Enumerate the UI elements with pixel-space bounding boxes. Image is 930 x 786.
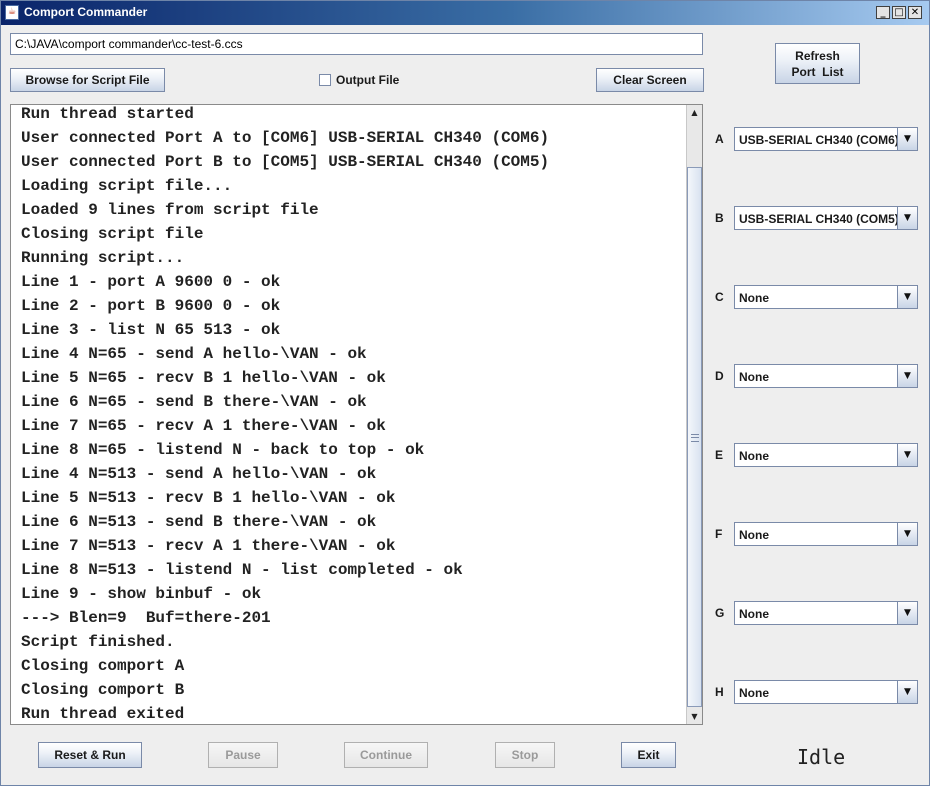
chevron-down-icon[interactable]: ▼ — [897, 523, 917, 545]
console-line: Loading script file... — [21, 177, 233, 195]
stop-button[interactable]: Stop — [495, 742, 555, 768]
port-select-h[interactable]: None ▼ — [734, 680, 918, 704]
port-select-value: USB-SERIAL CH340 (COM5) — [739, 212, 899, 226]
port-select-value: None — [739, 291, 769, 305]
console-line: Line 5 N=65 - recv B 1 hello-\VAN - ok — [21, 369, 386, 387]
chevron-down-icon[interactable]: ▼ — [897, 444, 917, 466]
console-line: Closing comport A — [21, 657, 185, 675]
exit-button[interactable]: Exit — [621, 742, 676, 768]
port-select-a[interactable]: USB-SERIAL CH340 (COM6) ▼ — [734, 127, 918, 151]
refresh-port-list-button[interactable]: Refresh Port List — [775, 43, 860, 84]
port-select-f[interactable]: None ▼ — [734, 522, 918, 546]
chevron-down-icon[interactable]: ▼ — [897, 286, 917, 308]
port-label-a: A — [715, 132, 724, 146]
port-select-value: None — [739, 528, 769, 542]
chevron-down-icon[interactable]: ▼ — [897, 602, 917, 624]
port-select-value: None — [739, 449, 769, 463]
port-select-c[interactable]: None ▼ — [734, 285, 918, 309]
console-line: Line 1 - port A 9600 0 - ok — [21, 273, 281, 291]
maximize-button[interactable]: □ — [892, 6, 906, 19]
port-select-value: None — [739, 686, 769, 700]
continue-button[interactable]: Continue — [344, 742, 428, 768]
pause-button[interactable]: Pause — [208, 742, 278, 768]
console-line: Run thread exited — [21, 705, 185, 723]
console-line: Line 5 N=513 - recv B 1 hello-\VAN - ok — [21, 489, 396, 507]
script-path-field[interactable]: C:\JAVA\comport commander\cc-test-6.ccs — [10, 33, 703, 55]
port-select-value: None — [739, 607, 769, 621]
window-title: Comport Commander — [24, 5, 148, 19]
port-label-g: G — [715, 606, 725, 620]
port-select-b[interactable]: USB-SERIAL CH340 (COM5) ▼ — [734, 206, 918, 230]
clear-screen-button[interactable]: Clear Screen — [596, 68, 704, 92]
console-lines: Run thread started User connected Port A … — [21, 105, 681, 724]
minimize-button[interactable]: _ — [876, 6, 890, 19]
reset-run-button[interactable]: Reset & Run — [38, 742, 142, 768]
port-label-f: F — [715, 527, 723, 541]
console-line: User connected Port B to [COM5] USB-SERI… — [21, 153, 550, 171]
console-line: Running script... — [21, 249, 185, 267]
console-line: Line 7 N=65 - recv A 1 there-\VAN - ok — [21, 417, 386, 435]
console-output[interactable]: Run thread started User connected Port A … — [10, 104, 703, 725]
console-line: Line 6 N=513 - send B there-\VAN - ok — [21, 513, 377, 531]
console-scrollbar[interactable]: ▲ ▼ — [686, 105, 702, 724]
console-line: Script finished. — [21, 633, 175, 651]
output-file-label: Output File — [336, 73, 400, 87]
console-line: User connected Port A to [COM6] USB-SERI… — [21, 129, 550, 147]
app-window: ☕ Comport Commander _ □ ✕ C:\JAVA\compor… — [0, 0, 930, 786]
port-select-value: None — [739, 370, 769, 384]
console-line: ---> Blen=9 Buf=there-201 — [21, 609, 271, 627]
console-line: Closing script file — [21, 225, 204, 243]
output-file-toggle[interactable]: Output File — [319, 72, 399, 88]
chevron-down-icon[interactable]: ▼ — [897, 365, 917, 387]
port-label-d: D — [715, 369, 724, 383]
title-bar[interactable]: ☕ Comport Commander _ □ ✕ — [1, 1, 929, 25]
refresh-label-line1: Refresh — [795, 48, 840, 63]
port-select-d[interactable]: None ▼ — [734, 364, 918, 388]
chevron-down-icon[interactable]: ▼ — [897, 681, 917, 703]
console-line: Line 2 - port B 9600 0 - ok — [21, 297, 281, 315]
port-select-e[interactable]: None ▼ — [734, 443, 918, 467]
port-label-e: E — [715, 448, 724, 462]
console-line: Line 4 N=513 - send A hello-\VAN - ok — [21, 465, 377, 483]
console-line: Line 6 N=65 - send B there-\VAN - ok — [21, 393, 367, 411]
console-line: Loaded 9 lines from script file — [21, 201, 319, 219]
chevron-down-icon[interactable]: ▼ — [897, 128, 917, 150]
console-line: Run thread started — [21, 105, 194, 123]
console-line: Closing comport B — [21, 681, 185, 699]
arrow-up-icon[interactable]: ▲ — [687, 105, 702, 120]
port-label-c: C — [715, 290, 724, 304]
console-line: Line 8 N=65 - listend N - back to top - … — [21, 441, 425, 459]
refresh-label-line2: Port List — [791, 64, 844, 79]
port-select-g[interactable]: None ▼ — [734, 601, 918, 625]
port-select-value: USB-SERIAL CH340 (COM6) — [739, 133, 899, 147]
browse-script-button[interactable]: Browse for Script File — [10, 68, 165, 92]
arrow-down-icon[interactable]: ▼ — [687, 709, 702, 724]
port-label-h: H — [715, 685, 724, 699]
close-button[interactable]: ✕ — [908, 6, 922, 19]
output-file-checkbox[interactable] — [319, 74, 331, 86]
status-text: Idle — [797, 745, 846, 769]
console-line: Line 4 N=65 - send A hello-\VAN - ok — [21, 345, 367, 363]
console-line: Line 8 N=513 - listend N - list complete… — [21, 561, 463, 579]
chevron-down-icon[interactable]: ▼ — [897, 207, 917, 229]
console-line: Line 7 N=513 - recv A 1 there-\VAN - ok — [21, 537, 396, 555]
port-label-b: B — [715, 211, 724, 225]
console-line: Line 9 - show binbuf - ok — [21, 585, 262, 603]
java-app-icon: ☕ — [5, 5, 19, 20]
console-line: Line 3 - list N 65 513 - ok — [21, 321, 281, 339]
scroll-thumb[interactable] — [687, 167, 702, 707]
grip-icon — [691, 434, 699, 442]
